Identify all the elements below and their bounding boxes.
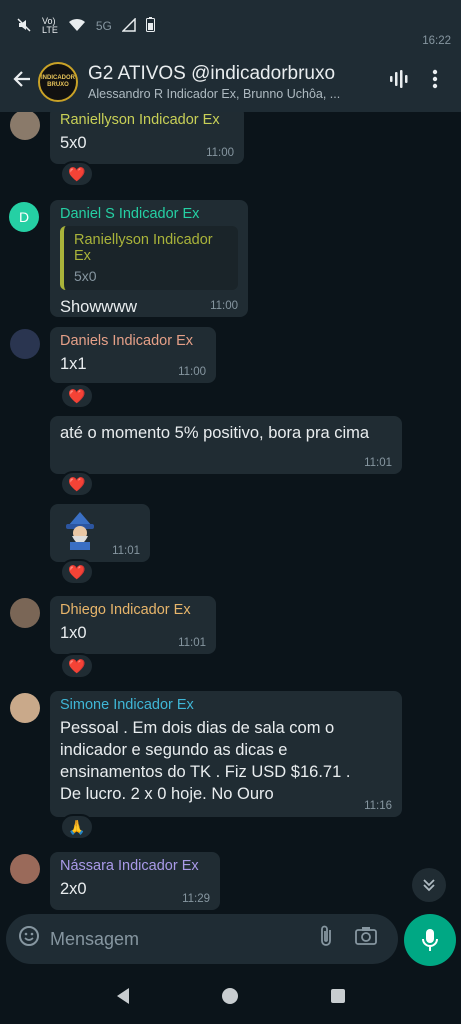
- sender-name: Daniels Indicador Ex: [60, 333, 193, 349]
- message-text: Pessoal . Em dois dias de sala com o ind…: [60, 719, 351, 803]
- avatar[interactable]: [10, 598, 40, 628]
- paperclip-icon: [321, 925, 331, 946]
- emoji-button[interactable]: [18, 925, 50, 953]
- arrow-left-icon: [13, 71, 30, 87]
- message-bubble[interactable]: até o momento 5% positivo, bora pra cima…: [50, 416, 402, 474]
- double-chevron-down-icon: [423, 879, 435, 892]
- avatar[interactable]: [10, 693, 40, 723]
- group-avatar[interactable]: INDICADOR BRUXO: [38, 62, 78, 102]
- reaction-badge[interactable]: ❤️: [60, 161, 94, 187]
- signal-icon: [121, 16, 136, 35]
- message-bubble[interactable]: 11:01: [50, 504, 150, 562]
- volte-icon: Vo) LTE: [42, 16, 58, 35]
- scroll-to-bottom-button[interactable]: [412, 868, 446, 902]
- voice-record-button[interactable]: [404, 914, 456, 966]
- nav-back-button[interactable]: [115, 987, 131, 1010]
- battery-icon: [145, 17, 155, 35]
- wizard-icon: [66, 512, 94, 550]
- wifi-icon: [68, 18, 86, 35]
- sender-name: Dhiego Indicador Ex: [60, 602, 191, 618]
- more-vertical-icon: [432, 69, 438, 89]
- chat-subtitle: Alessandro R Indicador Ex, Brunno Uchôa,…: [88, 87, 341, 101]
- nav-recents-button[interactable]: [330, 988, 346, 1009]
- network-type: 5G: [95, 19, 112, 33]
- reaction-badge[interactable]: 🙏: [60, 814, 94, 840]
- message-bubble[interactable]: Nássara Indicador Ex 2x0 11:29: [50, 852, 220, 910]
- message-bubble[interactable]: Daniel S Indicador Ex Raniellyson Indica…: [50, 200, 248, 317]
- avatar[interactable]: D: [9, 202, 39, 232]
- message-text: até o momento 5% positivo, bora pra cima: [60, 424, 370, 442]
- camera-icon: [355, 927, 377, 945]
- avatar-letter: D: [18, 209, 30, 225]
- status-icons: Vo) LTE 5G: [16, 17, 155, 36]
- back-button[interactable]: [8, 69, 36, 95]
- quoted-message[interactable]: Raniellyson Indicador Ex 5x0: [60, 226, 238, 290]
- message-input[interactable]: [50, 928, 306, 950]
- system-navigation-bar: [0, 972, 461, 1024]
- message-composer: [6, 914, 398, 964]
- quoted-sender: Raniellyson Indicador Ex: [74, 232, 213, 264]
- sender-name: Raniellyson Indicador Ex: [60, 112, 220, 128]
- chat-title-area[interactable]: G2 ATIVOS @indicadorbruxo Alessandro R I…: [88, 63, 381, 101]
- message-time: 11:01: [364, 457, 392, 469]
- message-bubble[interactable]: Raniellyson Indicador Ex 5x0 11:00: [50, 112, 244, 164]
- avatar[interactable]: [10, 329, 40, 359]
- attach-button[interactable]: [306, 924, 346, 954]
- avatar[interactable]: [10, 854, 40, 884]
- mute-icon: [16, 17, 32, 36]
- microphone-icon: [422, 929, 438, 951]
- triangle-back-icon: [117, 987, 130, 1004]
- message-time: 11:00: [178, 366, 206, 378]
- reaction-badge[interactable]: ❤️: [60, 383, 94, 409]
- reaction-badge[interactable]: ❤️: [60, 471, 94, 497]
- message-time: 11:29: [182, 893, 210, 905]
- clock: 16:22: [422, 35, 451, 47]
- square-recents-icon: [330, 988, 345, 1003]
- quoted-text: 5x0: [74, 268, 97, 284]
- avatar[interactable]: [10, 112, 40, 140]
- audio-wave-icon: [390, 70, 408, 88]
- message-time: 11:01: [112, 545, 140, 557]
- message-time: 11:00: [210, 300, 238, 312]
- sender-name: Daniel S Indicador Ex: [60, 206, 200, 222]
- chat-header: INDICADOR BRUXO G2 ATIVOS @indicadorbrux…: [0, 52, 461, 112]
- group-logo-text: INDICADOR BRUXO: [41, 75, 75, 88]
- message-time: 11:00: [206, 147, 234, 159]
- menu-button[interactable]: [417, 69, 453, 95]
- message-bubble[interactable]: Simone Indicador Ex Pessoal . Em dois di…: [50, 691, 402, 817]
- voice-chat-button[interactable]: [381, 68, 417, 96]
- message-time: 11:01: [178, 637, 206, 649]
- status-bar: 16:22 Vo) LTE 5G: [0, 0, 461, 52]
- nav-home-button[interactable]: [221, 987, 239, 1010]
- emoji-icon: [19, 926, 39, 946]
- reaction-badge[interactable]: ❤️: [60, 653, 94, 679]
- message-bubble[interactable]: Dhiego Indicador Ex 1x0 11:01: [50, 596, 216, 654]
- message-time: 11:16: [364, 800, 392, 812]
- chat-title: G2 ATIVOS @indicadorbruxo: [88, 63, 336, 84]
- sender-name: Nássara Indicador Ex: [60, 858, 199, 874]
- reaction-badge[interactable]: ❤️: [60, 559, 94, 585]
- message-bubble[interactable]: Daniels Indicador Ex 1x1 11:00: [50, 327, 216, 383]
- wizard-sticker[interactable]: [64, 512, 96, 550]
- message-list[interactable]: Raniellyson Indicador Ex 5x0 11:00 ❤️ D …: [0, 112, 461, 912]
- camera-button[interactable]: [346, 926, 386, 952]
- sender-name: Simone Indicador Ex: [60, 697, 194, 713]
- circle-home-icon: [222, 987, 239, 1004]
